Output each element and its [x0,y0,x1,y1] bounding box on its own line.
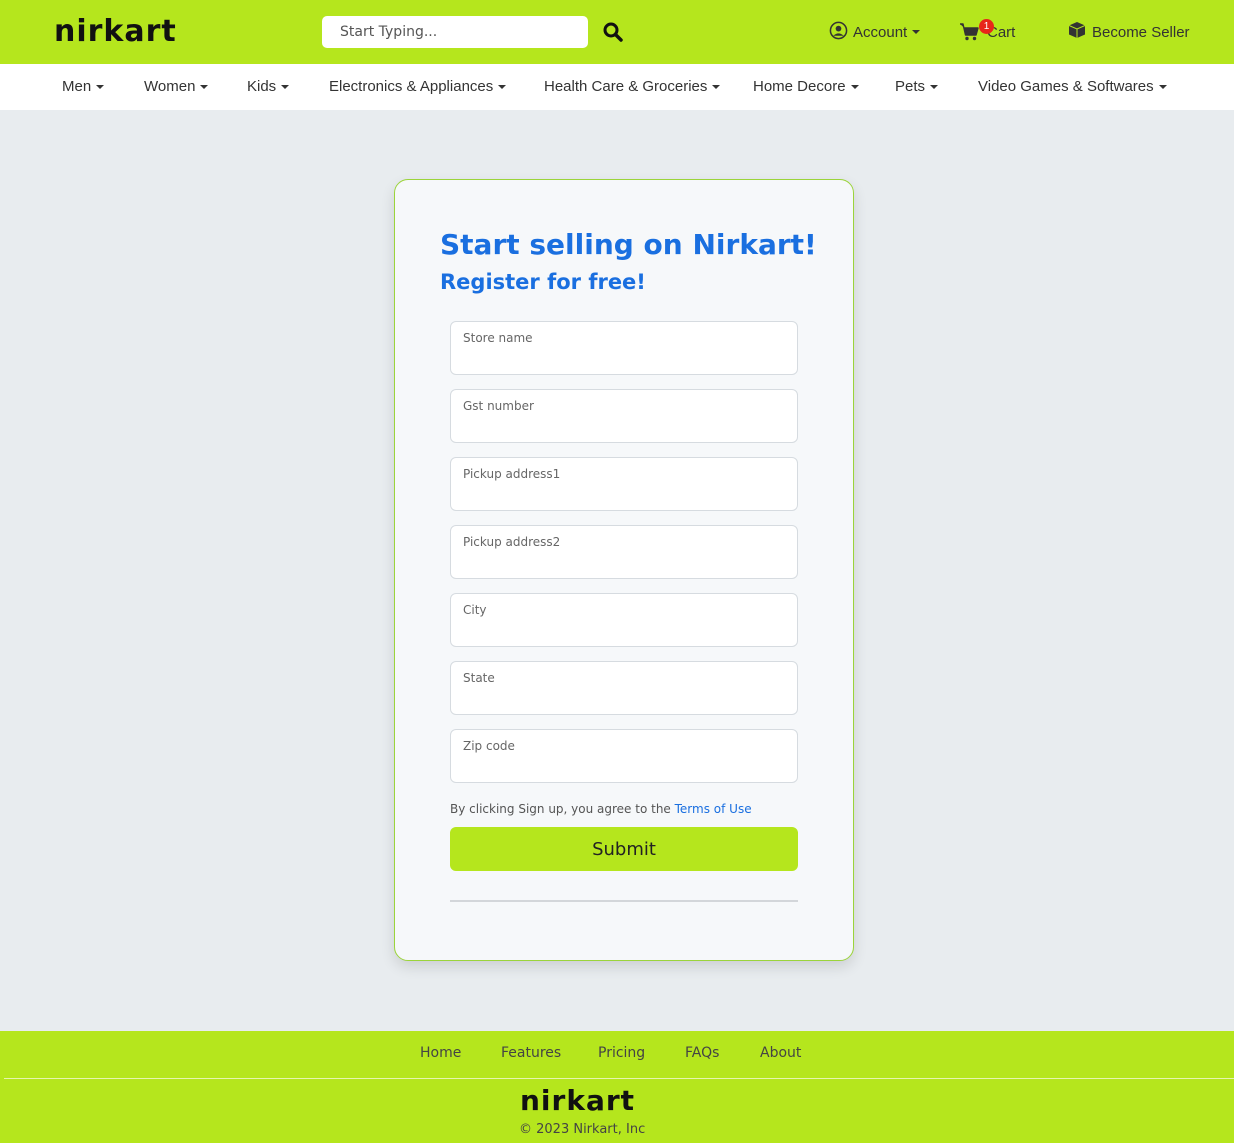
box-icon [1067,20,1092,44]
city-field[interactable]: City [450,593,798,647]
gst-number-input[interactable] [451,390,797,442]
seller-registration-card: Start selling on Nirkart! Register for f… [394,179,854,961]
footer-divider [4,1078,1234,1079]
category-men[interactable]: Men [62,78,105,95]
category-pets[interactable]: Pets [895,78,939,95]
footer-link-pricing[interactable]: Pricing [598,1045,645,1061]
footer-logo[interactable]: nirkart [520,1084,635,1117]
chevron-down-icon [200,84,209,89]
chevron-down-icon [1158,84,1167,89]
cart-count-badge: 1 [979,19,994,34]
pickup-address1-input[interactable] [451,458,797,510]
become-seller-label: Become Seller [1092,23,1190,41]
chevron-down-icon [930,84,939,89]
account-label: Account [853,23,908,41]
chevron-down-icon [712,84,721,89]
state-input[interactable] [451,662,797,714]
city-input[interactable] [451,594,797,646]
zip-code-field[interactable]: Zip code [450,729,798,783]
footer-link-features[interactable]: Features [501,1045,561,1061]
chevron-down-icon [850,84,859,89]
state-field[interactable]: State [450,661,798,715]
footer-link-about[interactable]: About [760,1045,801,1061]
cart-link[interactable]: 1 Cart [959,19,1015,44]
pickup-address2-input[interactable] [451,526,797,578]
user-circle-icon [829,21,853,44]
submit-button[interactable]: Submit [450,827,798,871]
form-title: Start selling on Nirkart! [440,228,817,261]
terms-notice: By clicking Sign up, you agree to the Te… [450,802,752,816]
pickup-address1-field[interactable]: Pickup address1 [450,457,798,511]
chevron-down-icon [96,84,105,89]
form-divider [450,900,798,902]
account-menu[interactable]: Account [829,20,921,44]
site-logo[interactable]: nirkart [54,14,177,49]
become-seller-link[interactable]: Become Seller [1067,20,1190,44]
store-name-field[interactable]: Store name [450,321,798,375]
category-health-care[interactable]: Health Care & Groceries [544,78,721,95]
top-header: nirkart Account 1 Cart [0,0,1234,64]
category-video-games[interactable]: Video Games & Softwares [978,78,1167,95]
chevron-down-icon [281,84,290,89]
store-name-input[interactable] [451,322,797,374]
category-electronics[interactable]: Electronics & Appliances [329,78,507,95]
category-kids[interactable]: Kids [247,78,290,95]
chevron-down-icon [912,30,921,34]
footer-link-home[interactable]: Home [420,1045,461,1061]
form-subtitle: Register for free! [440,270,646,294]
terms-of-use-link[interactable]: Terms of Use [675,802,752,816]
footer: Home Features Pricing FAQs About nirkart… [0,1031,1234,1143]
footer-link-faqs[interactable]: FAQs [685,1045,719,1061]
chevron-down-icon [498,84,507,89]
category-nav: Men Women Kids Electronics & Appliances … [0,64,1234,110]
pickup-address2-field[interactable]: Pickup address2 [450,525,798,579]
terms-text: By clicking Sign up, you agree to the [450,802,675,816]
copyright-text: © 2023 Nirkart, Inc [519,1122,646,1137]
search-icon[interactable] [600,19,626,45]
category-women[interactable]: Women [144,78,209,95]
zip-code-input[interactable] [451,730,797,782]
gst-number-field[interactable]: Gst number [450,389,798,443]
search-input[interactable] [322,16,588,48]
category-home-decore[interactable]: Home Decore [753,78,859,95]
cart-icon: 1 [959,19,994,42]
